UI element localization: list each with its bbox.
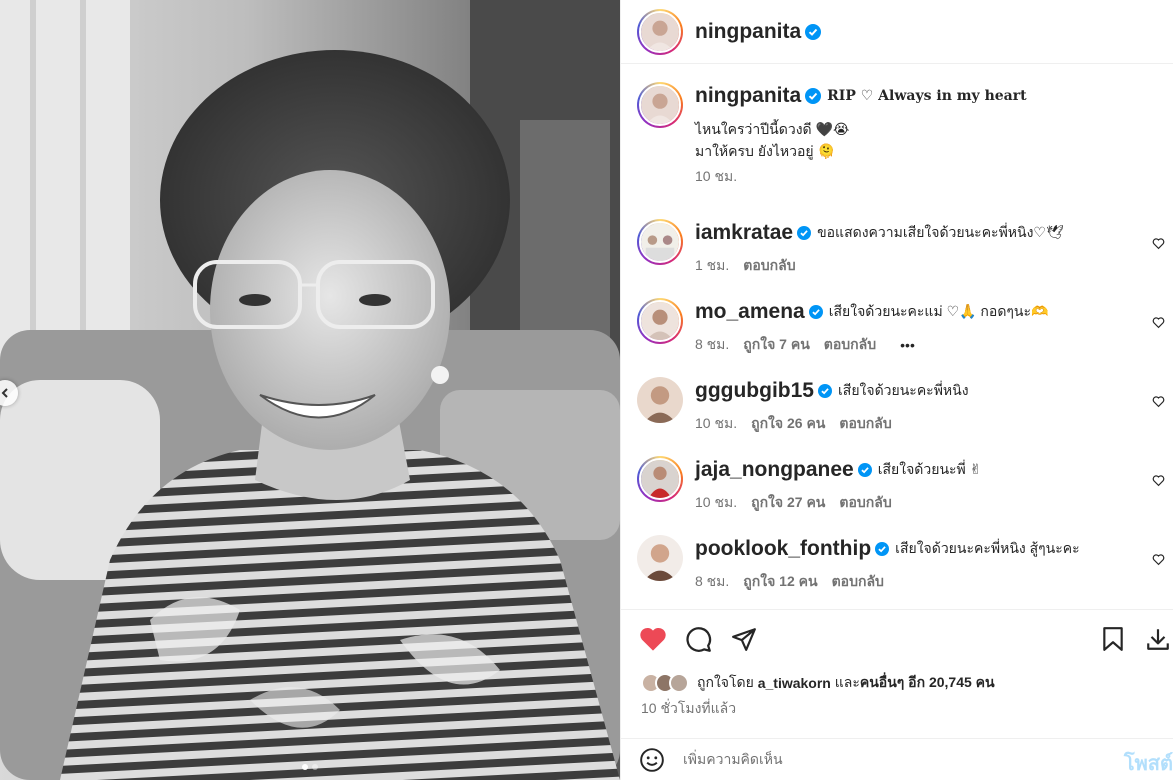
reply-button[interactable]: ตอบกลับ xyxy=(743,255,795,277)
author-avatar[interactable] xyxy=(637,82,683,128)
comment-text: เสียใจด้วยนะคะพี่หนิง xyxy=(838,382,969,398)
verified-icon xyxy=(808,305,823,319)
comment-time[interactable]: 8 ชม. xyxy=(695,334,729,356)
verified-icon xyxy=(797,226,812,240)
likes-others[interactable]: คนอื่นๆ อีก 20,745 คน xyxy=(860,672,995,694)
reply-button[interactable]: ตอบกลับ xyxy=(839,492,891,514)
reply-button[interactable]: ตอบกลับ xyxy=(824,334,876,356)
share-icon[interactable] xyxy=(731,626,757,652)
comment-text: เสียใจด้วยนะคะแม่ ♡🙏 กอดๆนะ🫶 xyxy=(828,303,1049,319)
commenter-avatar[interactable] xyxy=(637,298,683,344)
comment-item: pooklook_fonthip เสียใจด้วยนะคะพี่หนิง ส… xyxy=(637,535,1173,593)
commenter-username[interactable]: iamkratae xyxy=(695,221,793,245)
commenter-username[interactable]: gggubgib15 xyxy=(695,379,814,403)
verified-icon xyxy=(857,463,872,477)
author-username[interactable]: ningpanita xyxy=(695,20,801,44)
post-side-panel: ningpanita ningpanita RIP ♡ Always in my… xyxy=(620,0,1173,780)
caption-username[interactable]: ningpanita xyxy=(695,84,801,108)
heart-filled-icon[interactable] xyxy=(639,626,667,652)
carousel-dots xyxy=(302,764,318,770)
comment-input[interactable]: เพิ่มความคิดเห็น xyxy=(683,749,783,771)
post-header: ningpanita xyxy=(621,0,1173,64)
commenter-avatar[interactable] xyxy=(637,456,683,502)
verified-icon xyxy=(805,23,822,40)
more-options-icon[interactable]: ••• xyxy=(900,337,915,353)
comment-item: iamkratae ขอแสดงความเสียใจด้วยนะคะพี่หนิ… xyxy=(637,219,1173,277)
liker-avatars xyxy=(641,673,689,693)
heart-outline-icon[interactable] xyxy=(1152,474,1165,487)
chevron-left-icon xyxy=(1,388,8,398)
verified-icon xyxy=(805,88,822,104)
commenter-avatar[interactable] xyxy=(637,535,683,581)
bookmark-icon[interactable] xyxy=(1101,626,1125,652)
comments-list: ningpanita RIP ♡ Always in my heart ไหนใ… xyxy=(621,64,1173,609)
comment-time[interactable]: 10 ชม. xyxy=(695,413,737,435)
caption-title: RIP ♡ Always in my heart xyxy=(827,88,1027,104)
comment-text: เสียใจด้วยนะพี่ ✌ xyxy=(877,461,982,477)
heart-outline-icon[interactable] xyxy=(1152,553,1165,566)
commenter-avatar[interactable] xyxy=(637,219,683,265)
post-time[interactable]: 10 ชั่วโมงที่แล้ว xyxy=(641,698,736,720)
comment-likes[interactable]: ถูกใจ 7 คน xyxy=(743,334,810,356)
post-actions xyxy=(621,609,1173,669)
comment-time[interactable]: 10 ชม. xyxy=(695,492,737,514)
reply-button[interactable]: ตอบกลับ xyxy=(839,413,891,435)
verified-icon xyxy=(875,542,890,556)
carousel-dot xyxy=(312,764,318,770)
likes-prefix: ถูกใจโดย xyxy=(697,674,754,690)
add-comment-bar: เพิ่มความคิดเห็น โพสต์ xyxy=(621,738,1173,780)
commenter-username[interactable]: pooklook_fonthip xyxy=(695,537,871,561)
caption-line: ไหนใครว่าปีนี้ดวงดี 🖤😭 xyxy=(695,121,850,137)
post-photo[interactable] xyxy=(0,0,620,780)
emoji-icon[interactable] xyxy=(639,747,665,773)
caption-line: มาให้ครบ ยังไหวอยู่ 🫠 xyxy=(695,143,835,159)
commenter-avatar[interactable] xyxy=(637,377,683,423)
comment-item: gggubgib15 เสียใจด้วยนะคะพี่หนิง 10 ชม. … xyxy=(637,377,1173,435)
heart-outline-icon[interactable] xyxy=(1152,316,1165,329)
comment-item: mo_amena เสียใจด้วยนะคะแม่ ♡🙏 กอดๆนะ🫶 8 … xyxy=(637,298,1173,356)
commenter-username[interactable]: mo_amena xyxy=(695,300,805,324)
likes-and: และ xyxy=(834,674,860,690)
comment-likes[interactable]: ถูกใจ 12 คน xyxy=(743,571,817,593)
liker-avatar xyxy=(669,673,689,693)
liker-username[interactable]: a_tiwakorn xyxy=(758,675,831,691)
post-image xyxy=(0,0,620,780)
carousel-dot xyxy=(302,764,308,770)
comment-time[interactable]: 1 ชม. xyxy=(695,255,729,277)
caption: ningpanita RIP ♡ Always in my heart ไหนใ… xyxy=(637,82,1173,188)
post-comment-button[interactable]: โพสต์ xyxy=(1124,747,1173,779)
comment-icon[interactable] xyxy=(685,626,712,653)
comment-likes[interactable]: ถูกใจ 26 คน xyxy=(751,413,825,435)
comment-likes[interactable]: ถูกใจ 27 คน xyxy=(751,492,825,514)
commenter-username[interactable]: jaja_nongpanee xyxy=(695,458,854,482)
comment-time[interactable]: 8 ชม. xyxy=(695,571,729,593)
download-icon[interactable] xyxy=(1145,626,1171,652)
heart-outline-icon[interactable] xyxy=(1152,395,1165,408)
author-avatar[interactable] xyxy=(637,8,683,55)
comment-text: เสียใจด้วยนะคะพี่หนิง สู้ๆนะคะ xyxy=(895,540,1080,556)
heart-outline-icon[interactable] xyxy=(1152,237,1165,250)
comment-item: jaja_nongpanee เสียใจด้วยนะพี่ ✌ 10 ชม. … xyxy=(637,456,1173,514)
caption-time[interactable]: 10 ชม. xyxy=(695,166,737,188)
reply-button[interactable]: ตอบกลับ xyxy=(832,571,884,593)
likes-summary: ถูกใจโดย a_tiwakorn และ คนอื่นๆ อีก 20,74… xyxy=(641,672,995,694)
verified-icon xyxy=(818,384,832,398)
comment-text: ขอแสดงความเสียใจด้วยนะคะพี่หนิง♡🕊 xyxy=(817,224,1064,240)
